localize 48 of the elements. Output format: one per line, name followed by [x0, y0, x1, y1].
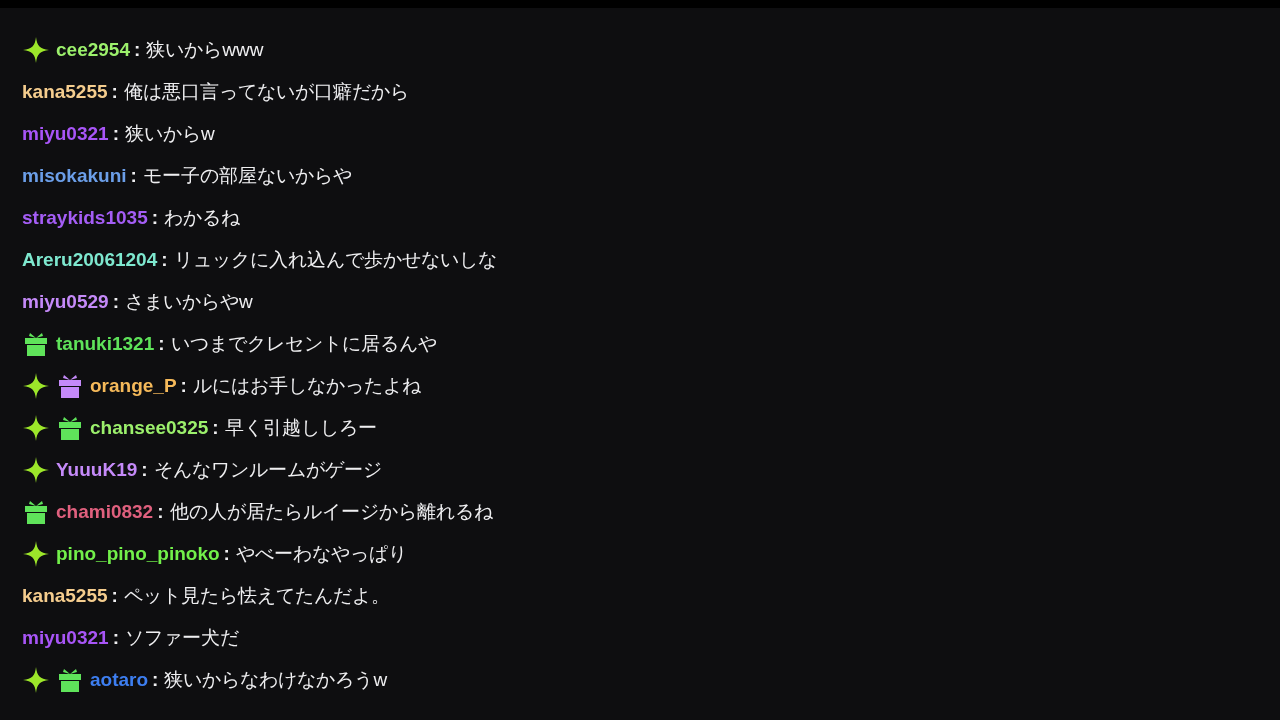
- username[interactable]: miyu0529: [22, 291, 109, 313]
- username[interactable]: cee2954: [56, 39, 130, 61]
- username[interactable]: kana5255: [22, 81, 108, 103]
- colon: :: [152, 669, 159, 691]
- username[interactable]: straykids1035: [22, 207, 148, 229]
- colon: :: [223, 543, 230, 565]
- colon: :: [133, 39, 141, 61]
- username[interactable]: miyu0321: [22, 123, 109, 145]
- chat-message: モー子の部屋ないからや: [142, 164, 352, 188]
- colon: :: [180, 375, 187, 397]
- username[interactable]: pino_pino_pinoko: [56, 543, 220, 565]
- colon: :: [161, 249, 168, 271]
- chat-message: 狭いからなわけなかろうw: [164, 668, 388, 692]
- colon: :: [111, 81, 118, 103]
- chat-message: 狭いからwww: [146, 38, 264, 62]
- colon: :: [151, 207, 159, 229]
- chat-message: さまいからやw: [124, 290, 253, 314]
- colon: :: [130, 165, 137, 187]
- username[interactable]: Areru20061204: [22, 249, 158, 271]
- chat-message: ルにはお手しなかったよね: [192, 374, 421, 398]
- username[interactable]: miyu0321: [22, 627, 109, 649]
- username[interactable]: chami0832: [56, 501, 154, 523]
- username[interactable]: YuuuK19: [56, 459, 138, 481]
- chat-message: ペット見たら怯えてたんだよ。: [123, 584, 390, 608]
- chat-message: 他の人が居たらルイージから離れるね: [169, 500, 493, 524]
- colon: :: [141, 459, 148, 481]
- chat-message: いつまでクレセントに居るんや: [170, 332, 437, 356]
- colon: :: [112, 123, 119, 145]
- colon: :: [112, 291, 119, 313]
- chat-message: 早く引越ししろー: [224, 416, 377, 440]
- chat-message: わかるね: [164, 206, 241, 230]
- colon: :: [212, 417, 219, 439]
- chat-message: 俺は悪口言ってないが口癖だから: [123, 80, 409, 104]
- colon: :: [157, 501, 164, 523]
- colon: :: [158, 333, 165, 355]
- chat-message: リュックに入れ込んで歩かせないしな: [173, 248, 497, 272]
- colon: :: [111, 585, 118, 607]
- chat-message: やべーわなやっぱり: [235, 542, 407, 566]
- username[interactable]: aotaro: [90, 669, 149, 691]
- username[interactable]: chansee0325: [90, 417, 209, 439]
- username[interactable]: tanuki1321: [56, 333, 155, 355]
- username[interactable]: orange_P: [90, 375, 177, 397]
- chat-message: 狭いからw: [124, 122, 215, 146]
- username[interactable]: kana5255: [22, 585, 108, 607]
- username[interactable]: misokakuni: [22, 165, 127, 187]
- chat-message: ソファー犬だ: [124, 626, 239, 650]
- colon: :: [112, 627, 119, 649]
- chat-message: そんなワンルームがゲージ: [153, 458, 382, 482]
